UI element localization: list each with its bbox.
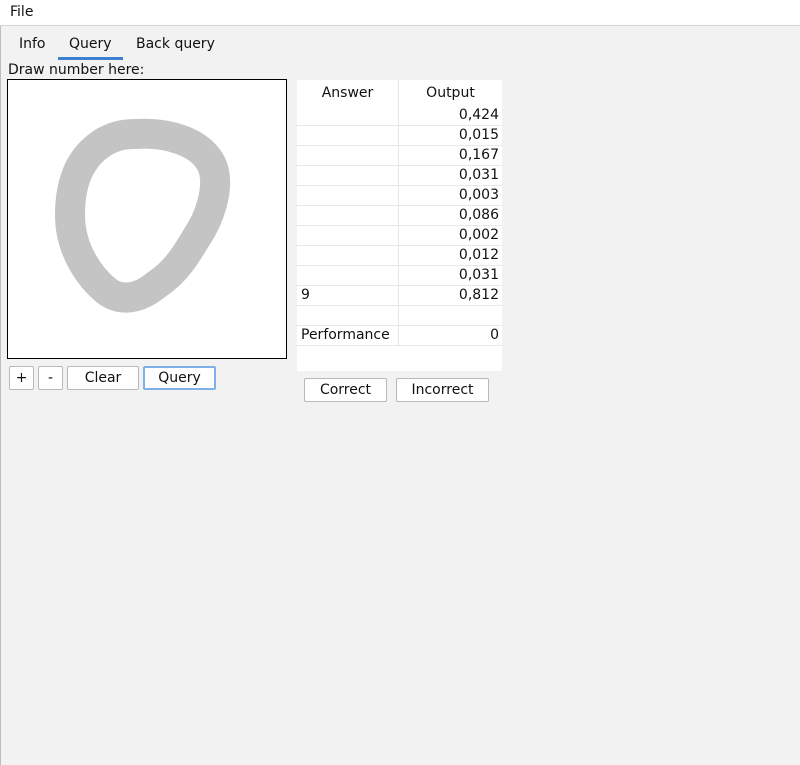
table-row[interactable]: 0,012 (297, 246, 502, 266)
cell-output: 0,015 (458, 127, 499, 143)
cell-answer (297, 126, 399, 145)
cell-output: 0,012 (458, 247, 499, 263)
query-button[interactable]: Query (143, 366, 216, 390)
cell-output: 0,086 (458, 207, 499, 223)
cell-answer (297, 166, 399, 185)
table-row[interactable] (297, 306, 502, 326)
clear-button[interactable]: Clear (67, 366, 139, 390)
cell-answer: 9 (297, 286, 399, 305)
cell-output (399, 306, 502, 325)
incorrect-button[interactable]: Incorrect (396, 378, 489, 402)
header-output[interactable]: Output (399, 80, 502, 106)
drawn-digit (55, 118, 231, 313)
tab-back-query[interactable]: Back query (125, 30, 225, 60)
table-row[interactable]: 0,086 (297, 206, 502, 226)
cell-answer (297, 306, 399, 325)
table-header: Answer Output (297, 80, 502, 106)
results-table: Answer Output 0,424 0,015 0,167 0,031 0,… (297, 80, 502, 371)
table-row[interactable]: 0,031 (297, 166, 502, 186)
cell-answer (297, 146, 399, 165)
drawing-canvas[interactable] (7, 79, 287, 359)
cell-output: 0,002 (458, 227, 499, 243)
table-row[interactable]: 0,003 (297, 186, 502, 206)
menu-file[interactable]: File (10, 4, 33, 20)
window-border (0, 26, 1, 765)
cell-answer (297, 226, 399, 245)
cell-answer: Performance (297, 326, 399, 345)
cell-output: 0,031 (458, 167, 499, 183)
tab-query[interactable]: Query (58, 30, 123, 60)
table-row[interactable]: 0,002 (297, 226, 502, 246)
table-body: 0,424 0,015 0,167 0,031 0,003 0,086 0,00… (297, 106, 502, 346)
cell-answer (297, 266, 399, 285)
cell-answer (297, 186, 399, 205)
zoom-out-button[interactable]: - (38, 366, 63, 390)
cell-output: 0,424 (458, 107, 499, 123)
cell-output: 0,003 (458, 187, 499, 203)
cell-answer (297, 106, 399, 125)
table-row[interactable]: 9 0,812 (297, 286, 502, 306)
tab-info[interactable]: Info (8, 30, 58, 60)
header-answer[interactable]: Answer (297, 80, 399, 106)
correct-button[interactable]: Correct (304, 378, 387, 402)
cell-output: 0 (490, 327, 499, 343)
table-row[interactable]: 0,424 (297, 106, 502, 126)
menubar: File (0, 0, 800, 26)
table-row-performance[interactable]: Performance 0 (297, 326, 502, 346)
cell-output: 0,167 (458, 147, 499, 163)
cell-output: 0,812 (458, 287, 499, 303)
draw-label: Draw number here: (8, 62, 145, 78)
cell-output: 0,031 (458, 267, 499, 283)
cell-answer (297, 246, 399, 265)
table-row[interactable]: 0,167 (297, 146, 502, 166)
table-row[interactable]: 0,015 (297, 126, 502, 146)
table-row[interactable]: 0,031 (297, 266, 502, 286)
zoom-in-button[interactable]: + (9, 366, 34, 390)
cell-answer (297, 206, 399, 225)
